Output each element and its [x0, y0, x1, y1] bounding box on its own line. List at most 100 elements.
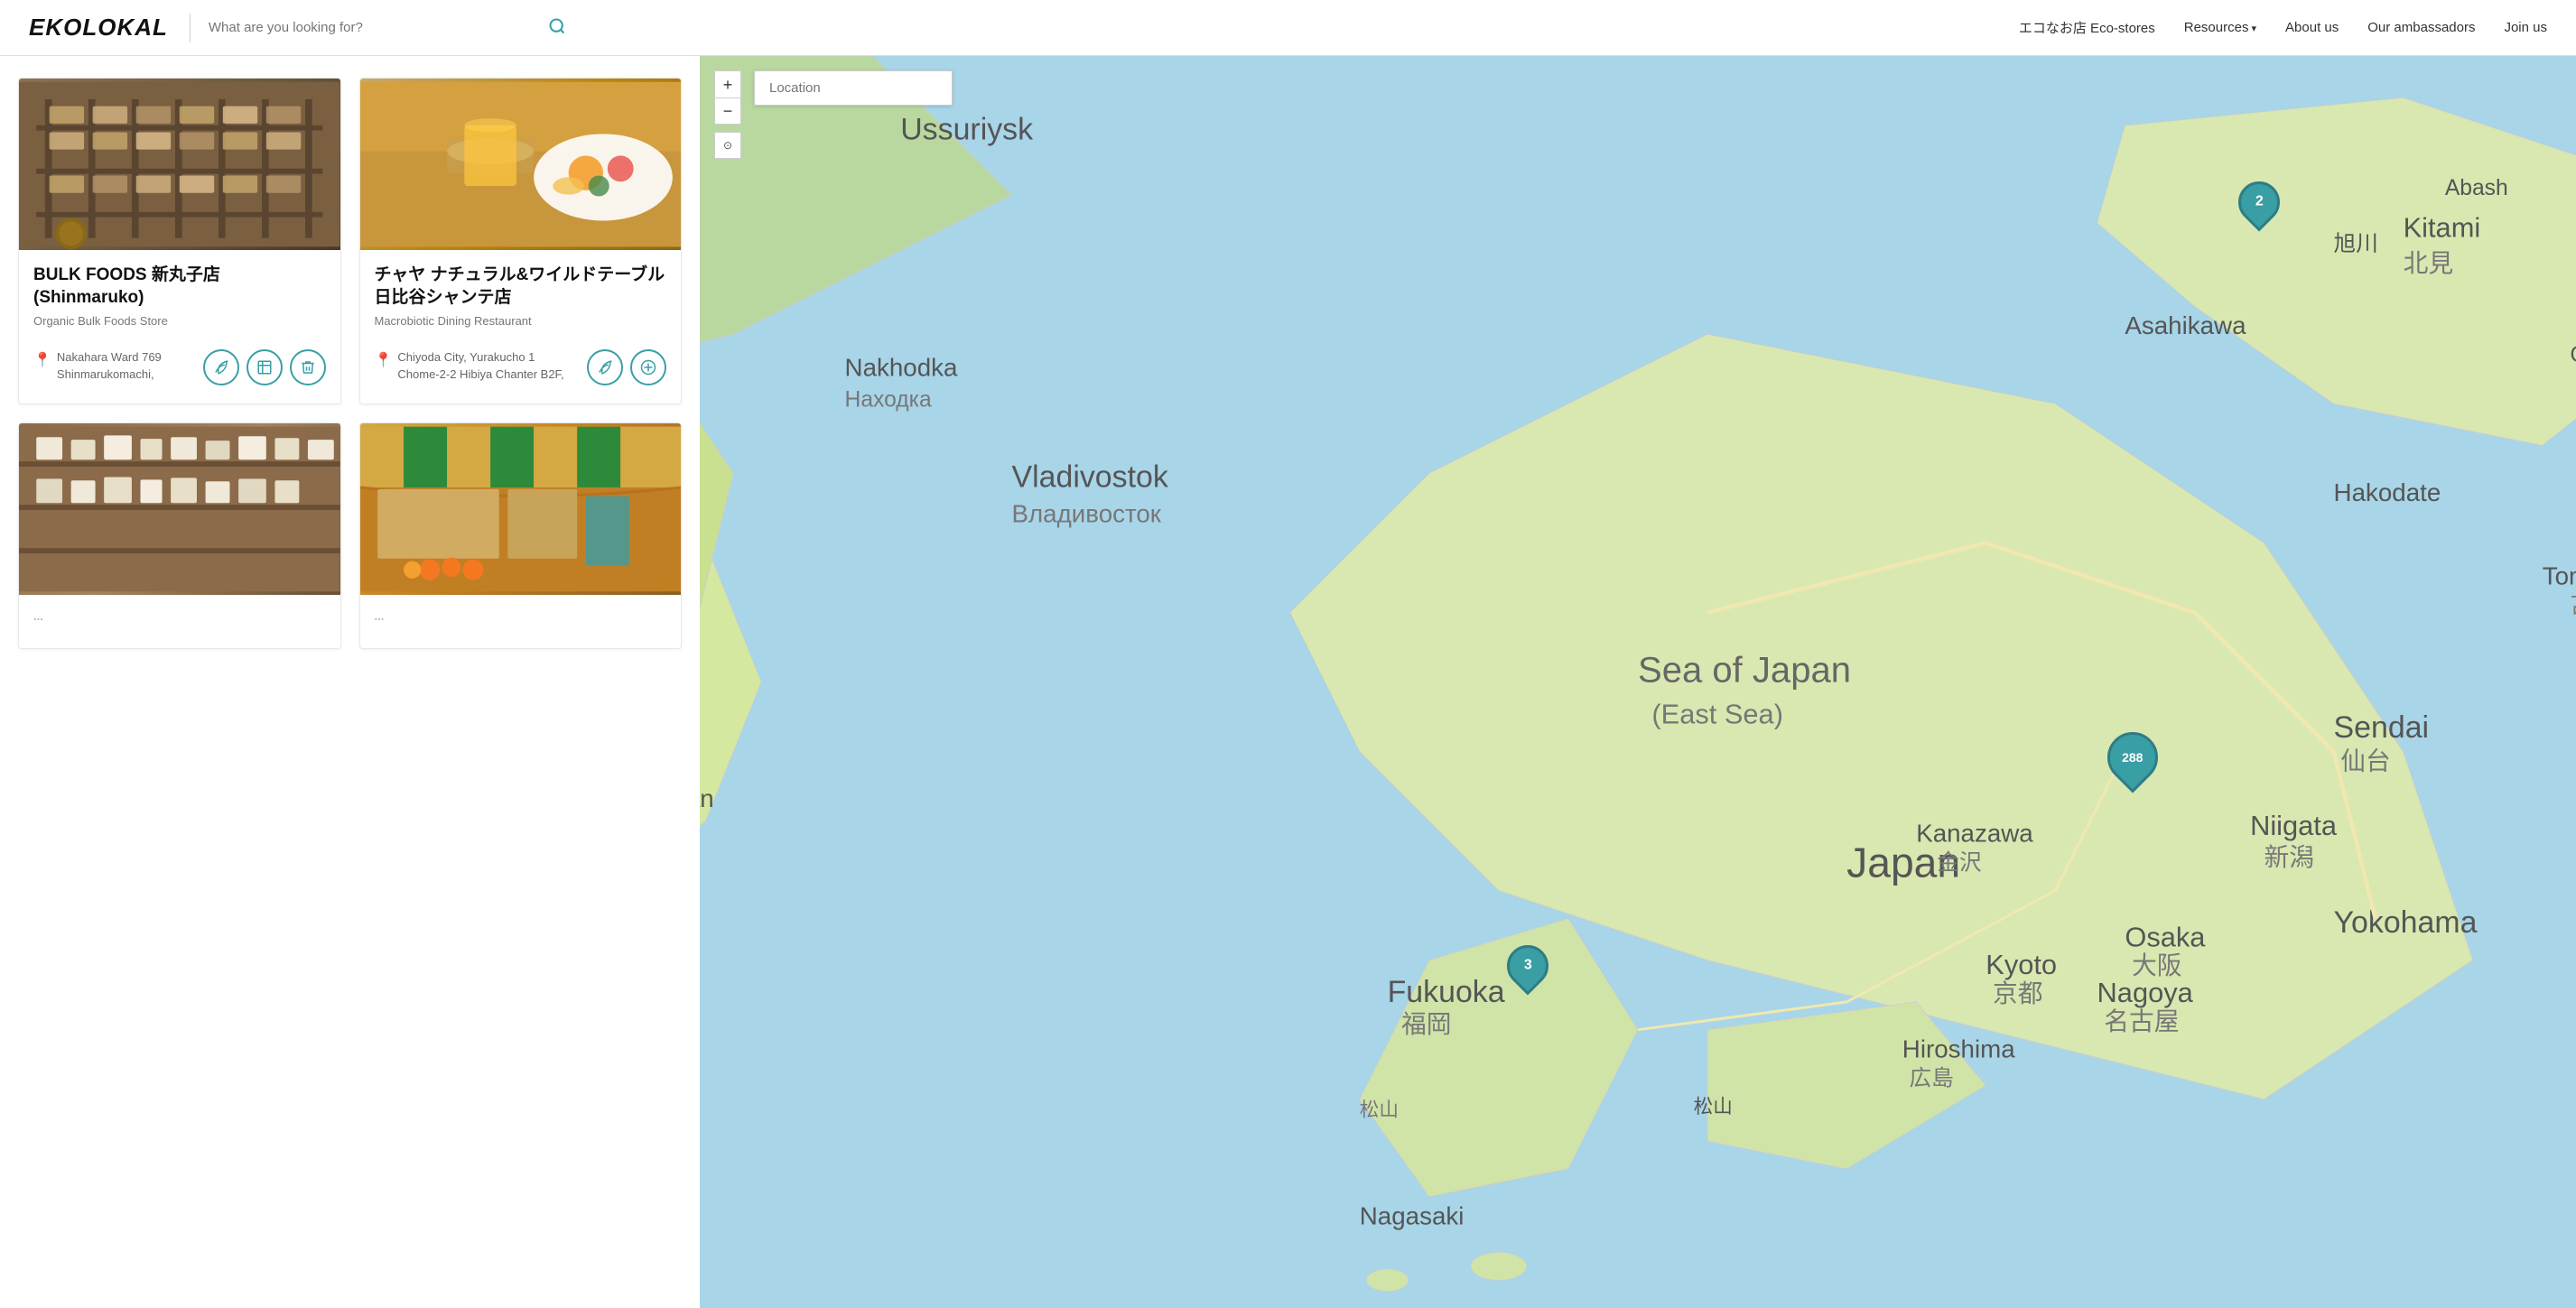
svg-text:Nakhodka: Nakhodka	[845, 353, 958, 381]
store-image-chaya-svg	[360, 79, 682, 250]
svg-text:Hakodate: Hakodate	[2334, 478, 2441, 506]
svg-text:新潟: 新潟	[2264, 843, 2314, 871]
leaf-icon-2	[597, 359, 613, 376]
search-input[interactable]	[209, 20, 537, 35]
svg-text:Abash: Abash	[2445, 176, 2508, 200]
nav-resources[interactable]: Resources	[2184, 20, 2256, 35]
main-layout: BULK FOODS 新丸子店 (Shinmaruko) Organic Bul…	[0, 56, 2576, 1308]
marker-count-2: 2	[2255, 194, 2264, 210]
svg-text:福岡: 福岡	[1401, 1010, 1451, 1038]
feature-icon-package	[246, 349, 283, 385]
svg-text:Sea of Japan: Sea of Japan	[1638, 651, 1851, 691]
feature-icon-trash	[290, 349, 326, 385]
svg-text:Asahikawa: Asahikawa	[2125, 311, 2246, 339]
package-icon	[256, 359, 273, 376]
store-title-3: ...	[33, 609, 326, 625]
search-wrapper	[209, 14, 570, 42]
header-divider	[190, 14, 191, 42]
marker-bubble-3: 3	[1498, 936, 1557, 995]
nav-eco-stores[interactable]: エコなお店 Eco-stores	[2019, 18, 2155, 37]
marker-bubble-288: 288	[2097, 721, 2168, 793]
svg-text:北見: 北見	[2404, 249, 2453, 277]
svg-text:Vladivostok: Vladivostok	[1012, 460, 1168, 495]
map-controls: + − ⊙	[714, 70, 741, 159]
svg-text:旭川: 旭川	[2334, 231, 2378, 256]
pin-icon-chaya: 📍	[375, 351, 393, 369]
left-panel: BULK FOODS 新丸子店 (Shinmaruko) Organic Bul…	[0, 56, 700, 1308]
search-button[interactable]	[544, 14, 570, 42]
marker-count-288: 288	[2122, 750, 2143, 765]
map-svg: Vladivostok Владивосток Nakhodka Находка…	[700, 56, 2576, 1308]
store-title-4: ...	[375, 609, 667, 625]
svg-text:仙台: 仙台	[2340, 747, 2390, 775]
feature-icon-leaf	[203, 349, 239, 385]
grain-icon	[640, 359, 656, 376]
location-search-input[interactable]	[754, 70, 953, 106]
store-image-svg	[19, 79, 340, 250]
svg-text:松山: 松山	[1360, 1098, 1399, 1120]
leaf-icon	[213, 359, 229, 376]
svg-text:京都: 京都	[1993, 979, 2042, 1007]
store-cards-grid: BULK FOODS 新丸子店 (Shinmaruko) Organic Bul…	[18, 78, 682, 649]
pin-icon: 📍	[33, 351, 51, 369]
svg-text:金沢: 金沢	[1937, 850, 1981, 876]
map-marker-3[interactable]: 3	[1507, 945, 1548, 987]
store-image-chaya	[360, 79, 682, 250]
store-address-chaya: 📍 Chiyoda City, Yurakucho 1 Chome-2-2 Hi…	[375, 349, 577, 382]
store-card-bulk-foods[interactable]: BULK FOODS 新丸子店 (Shinmaruko) Organic Bul…	[18, 78, 341, 404]
map-marker-2[interactable]: 2	[2238, 181, 2280, 223]
store-address-bulk-foods: 📍 Nakahara Ward 769 Shinmarukomachi,	[33, 349, 192, 382]
addr-text-bulk-foods: Nakahara Ward 769 Shinmarukomachi,	[57, 349, 192, 382]
store-image-3-svg	[19, 423, 340, 595]
store-image-4-svg	[360, 423, 682, 595]
zoom-out-button[interactable]: −	[714, 97, 741, 125]
svg-text:Hiroshima: Hiroshima	[1902, 1035, 2015, 1063]
svg-text:広島: 広島	[1910, 1065, 1954, 1090]
svg-text:Ulsan: Ulsan	[700, 784, 714, 812]
store-image-3	[19, 423, 340, 595]
nav-ambassadors[interactable]: Our ambassadors	[2367, 20, 2475, 35]
store-title-bulk-foods: BULK FOODS 新丸子店 (Shinmaruko)	[33, 264, 326, 309]
store-card-4[interactable]: ...	[359, 422, 683, 649]
store-category-chaya: Macrobiotic Dining Restaurant	[375, 314, 667, 328]
locate-me-button[interactable]: ⊙	[714, 132, 741, 159]
search-icon	[548, 17, 566, 35]
addr-text-chaya: Chiyoda City, Yurakucho 1 Chome-2-2 Hibi…	[397, 349, 576, 382]
svg-text:Находка: Находка	[845, 387, 932, 412]
svg-text:名古屋: 名古屋	[2104, 1007, 2179, 1035]
site-logo: EKOLOKAL	[29, 14, 168, 42]
main-nav: エコなお店 Eco-stores Resources About us Our …	[2019, 18, 2547, 37]
svg-text:(East Sea): (East Sea)	[1651, 699, 1783, 730]
store-image-4	[360, 423, 682, 595]
store-title-chaya: チャヤ ナチュラル&ワイルドテーブル 日比谷シャンテ店	[375, 264, 667, 309]
svg-text:Ussuriysk: Ussuriysk	[900, 112, 1033, 146]
store-card-body-3: ...	[19, 595, 340, 648]
svg-text:Kanazawa: Kanazawa	[1916, 820, 2033, 848]
svg-text:Владивосток: Владивосток	[1012, 499, 1162, 527]
store-card-3[interactable]: ...	[18, 422, 341, 649]
feature-icon-grain	[630, 349, 666, 385]
zoom-in-button[interactable]: +	[714, 70, 741, 97]
store-card-body-chaya: チャヤ ナチュラル&ワイルドテーブル 日比谷シャンテ店 Macrobiotic …	[360, 250, 682, 404]
store-image-bulk-foods	[19, 79, 340, 250]
store-category-bulk-foods: Organic Bulk Foods Store	[33, 314, 326, 328]
svg-text:Kyoto: Kyoto	[1985, 949, 2057, 980]
svg-text:Niigata: Niigata	[2250, 810, 2338, 841]
svg-text:Obihiro: Obihiro	[2571, 343, 2576, 367]
nav-about-us[interactable]: About us	[2285, 20, 2339, 35]
svg-text:Nagasaki: Nagasaki	[1360, 1202, 1465, 1230]
store-footer-bulk-foods: 📍 Nakahara Ward 769 Shinmarukomachi,	[33, 349, 326, 385]
store-footer-chaya: 📍 Chiyoda City, Yurakucho 1 Chome-2-2 Hi…	[375, 349, 667, 385]
svg-text:Tomakomai: Tomakomai	[2543, 562, 2576, 590]
marker-bubble-2: 2	[2229, 172, 2288, 231]
svg-text:Nagoya: Nagoya	[2097, 977, 2194, 1008]
svg-text:松山: 松山	[1694, 1095, 1733, 1118]
store-card-body-bulk-foods: BULK FOODS 新丸子店 (Shinmaruko) Organic Bul…	[19, 250, 340, 404]
map-marker-288[interactable]: 288	[2107, 732, 2158, 783]
nav-join-us[interactable]: Join us	[2504, 20, 2547, 35]
feature-icon-leaf-chaya	[587, 349, 623, 385]
svg-text:Fukuoka: Fukuoka	[1388, 975, 1505, 1009]
store-card-chaya[interactable]: チャヤ ナチュラル&ワイルドテーブル 日比谷シャンテ店 Macrobiotic …	[359, 78, 683, 404]
marker-count-3: 3	[1523, 958, 1531, 974]
store-feature-icons-bulk-foods	[203, 349, 326, 385]
